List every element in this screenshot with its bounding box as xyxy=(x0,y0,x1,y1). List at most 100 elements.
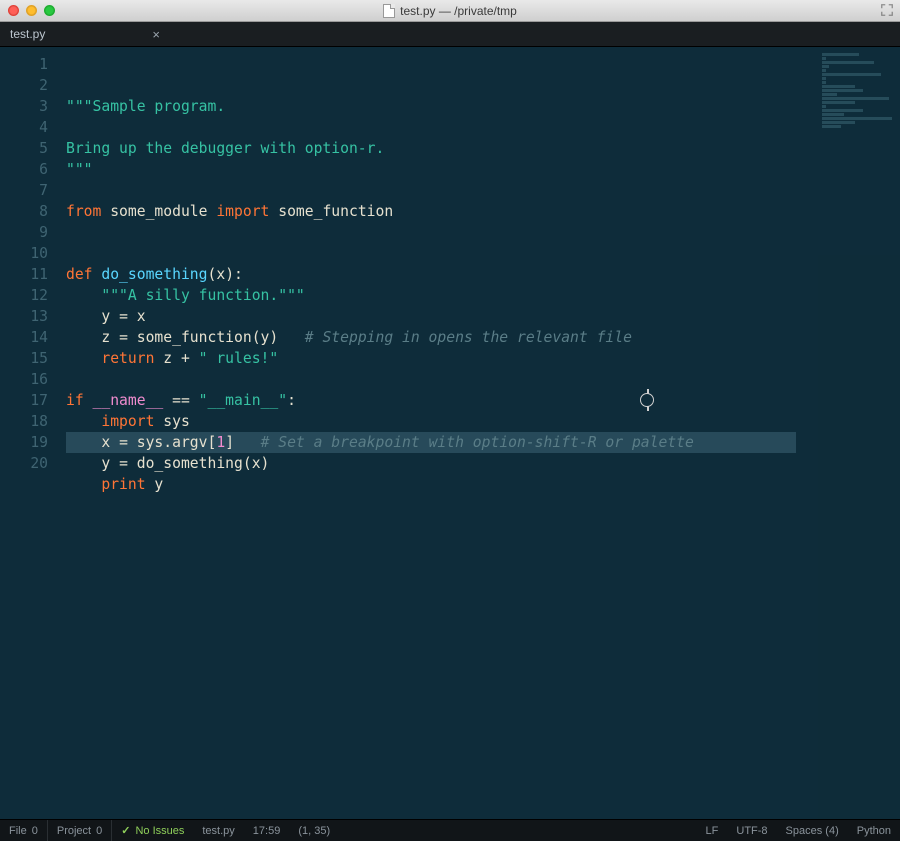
token-op: = xyxy=(119,308,128,325)
token-pln xyxy=(190,392,199,409)
token-pln: some_function xyxy=(269,203,393,220)
line-number: 1 xyxy=(0,54,48,75)
line-number: 4 xyxy=(0,117,48,138)
close-window-button[interactable] xyxy=(8,5,19,16)
token-pln: ): xyxy=(225,266,243,283)
close-tab-icon[interactable]: × xyxy=(152,27,160,42)
token-pln: : xyxy=(287,392,296,409)
line-number: 10 xyxy=(0,243,48,264)
token-kw: if xyxy=(66,392,84,409)
token-pln: do_something(x) xyxy=(128,455,269,472)
code-line[interactable]: y = do_something(x) xyxy=(66,453,900,474)
status-time-text: 17:59 xyxy=(253,825,281,837)
token-op: = xyxy=(119,455,128,472)
code-line[interactable] xyxy=(66,117,900,138)
token-str: "__main__" xyxy=(199,392,287,409)
status-time: 17:59 xyxy=(244,820,290,841)
code-line[interactable] xyxy=(66,180,900,201)
code-line[interactable]: from some_module import some_function xyxy=(66,201,900,222)
code-line[interactable]: print y xyxy=(66,474,900,495)
code-line[interactable] xyxy=(66,243,900,264)
token-op: == xyxy=(172,392,190,409)
token-pln: sys.argv[ xyxy=(128,434,216,451)
code-line[interactable] xyxy=(66,369,900,390)
line-number: 6 xyxy=(0,159,48,180)
status-eol[interactable]: LF xyxy=(697,820,728,841)
code-line[interactable]: z = some_function(y) # Stepping in opens… xyxy=(66,327,900,348)
token-op: = xyxy=(119,329,128,346)
code-line[interactable]: y = x xyxy=(66,306,900,327)
token-pln: some_function(y) xyxy=(128,329,305,346)
token-pln xyxy=(163,392,172,409)
status-cursor-position[interactable]: (1, 35) xyxy=(289,820,339,841)
code-line[interactable]: """ xyxy=(66,159,900,180)
token-kw: from xyxy=(66,203,101,220)
token-kw: def xyxy=(66,266,101,283)
token-pln: y xyxy=(66,455,119,472)
minimap[interactable] xyxy=(818,47,900,819)
line-number: 5 xyxy=(0,138,48,159)
status-indent-text: Spaces (4) xyxy=(786,825,839,837)
tab-label: test.py xyxy=(10,27,45,41)
token-pln: z xyxy=(154,350,181,367)
code-line[interactable]: """A silly function.""" xyxy=(66,285,900,306)
status-file-diagnostics[interactable]: File 0 xyxy=(0,820,48,841)
token-pln: ] xyxy=(225,434,260,451)
code-line[interactable] xyxy=(66,222,900,243)
status-language[interactable]: Python xyxy=(848,820,900,841)
token-pln: y xyxy=(66,308,119,325)
status-language-text: Python xyxy=(857,825,891,837)
status-file-label: File xyxy=(9,825,27,837)
code-line[interactable]: Bring up the debugger with option-r. xyxy=(66,138,900,159)
code-line[interactable] xyxy=(66,495,900,516)
token-str: """ xyxy=(66,161,93,178)
code-line[interactable]: """Sample program. xyxy=(66,96,900,117)
token-cmt: # Set a breakpoint with option-shift-R o… xyxy=(261,434,694,451)
fullscreen-icon[interactable] xyxy=(880,3,894,17)
status-project-count: 0 xyxy=(96,825,102,837)
status-indent[interactable]: Spaces (4) xyxy=(777,820,848,841)
status-project-label: Project xyxy=(57,825,91,837)
tab-bar: test.py × xyxy=(0,22,900,47)
token-pln: some_module xyxy=(101,203,216,220)
line-number: 16 xyxy=(0,369,48,390)
token-op: = xyxy=(119,434,128,451)
token-pln: x xyxy=(128,308,146,325)
line-number: 19 xyxy=(0,432,48,453)
status-filename[interactable]: test.py xyxy=(193,820,243,841)
token-pln: x xyxy=(66,434,119,451)
token-str: " rules!" xyxy=(199,350,279,367)
code-line[interactable]: def do_something(x): xyxy=(66,264,900,285)
code-line[interactable]: if __name__ == "__main__": xyxy=(66,390,900,411)
line-number: 9 xyxy=(0,222,48,243)
line-number: 3 xyxy=(0,96,48,117)
line-number: 20 xyxy=(0,453,48,474)
token-pln: y xyxy=(146,476,164,493)
status-encoding[interactable]: UTF-8 xyxy=(727,820,776,841)
code-line[interactable]: import sys xyxy=(66,411,900,432)
code-line[interactable]: x = sys.argv[1] # Set a breakpoint with … xyxy=(66,432,900,453)
line-number-gutter: 1234567891011121314151617181920 xyxy=(0,47,66,819)
token-pln xyxy=(66,287,101,304)
status-issues[interactable]: ✓ No Issues xyxy=(112,820,193,841)
status-project-diagnostics[interactable]: Project 0 xyxy=(48,820,112,841)
token-fn: do_something xyxy=(101,266,207,283)
window-controls xyxy=(8,5,55,16)
line-number: 2 xyxy=(0,75,48,96)
token-pln: sys xyxy=(154,413,189,430)
tab-test-py[interactable]: test.py × xyxy=(0,22,170,46)
code-content[interactable]: """Sample program. Bring up the debugger … xyxy=(66,47,900,819)
editor-area[interactable]: 1234567891011121314151617181920 """Sampl… xyxy=(0,47,900,819)
code-line[interactable]: return z + " rules!" xyxy=(66,348,900,369)
token-pln: z xyxy=(66,329,119,346)
status-encoding-text: UTF-8 xyxy=(736,825,767,837)
token-pln xyxy=(66,476,101,493)
token-pln: x xyxy=(216,266,225,283)
token-op: + xyxy=(181,350,190,367)
window-titlebar: test.py — /private/tmp xyxy=(0,0,900,22)
line-number: 14 xyxy=(0,327,48,348)
minimize-window-button[interactable] xyxy=(26,5,37,16)
token-pln xyxy=(66,413,101,430)
line-number: 18 xyxy=(0,411,48,432)
zoom-window-button[interactable] xyxy=(44,5,55,16)
